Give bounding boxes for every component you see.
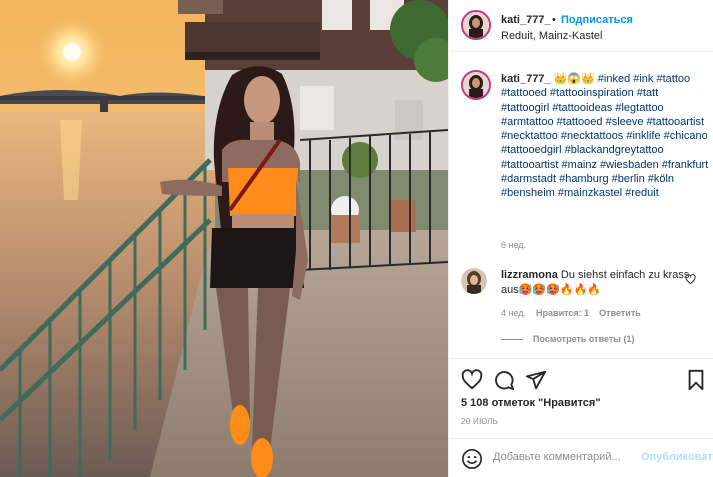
view-replies-label[interactable]: Посмотреть ответы (1)	[533, 334, 634, 344]
avatar-image	[463, 72, 489, 98]
post-details-panel: kati_777_ • Подписаться Reduit, Mainz-Ka…	[448, 0, 713, 477]
follow-button[interactable]: Подписаться	[561, 14, 633, 26]
commenter-avatar[interactable]	[461, 268, 487, 294]
post-modal: kati_777_ • Подписаться Reduit, Mainz-Ka…	[0, 0, 713, 477]
likes-count[interactable]: 5 108 отметок "Нравится"	[461, 397, 601, 409]
avatar-image	[461, 268, 487, 294]
post-location[interactable]: Reduit, Mainz-Kastel	[501, 30, 603, 42]
comment-text: lizzramona Du siehst einfach zu krass au…	[501, 268, 691, 298]
caption-avatar[interactable]	[461, 70, 491, 100]
photo-image	[0, 0, 448, 477]
heart-icon[interactable]	[461, 369, 483, 391]
add-comment-input[interactable]	[493, 451, 633, 463]
comment-likes[interactable]: Нравится: 1	[536, 308, 589, 318]
view-replies[interactable]: Посмотреть ответы (1)	[501, 334, 634, 344]
caption-emoji: 👑😱👑	[553, 73, 595, 85]
post-header: kati_777_ • Подписаться Reduit, Mainz-Ka…	[449, 0, 713, 52]
smile-icon[interactable]	[461, 448, 483, 470]
reply-button[interactable]: Ответить	[599, 308, 641, 318]
avatar-image	[463, 12, 489, 38]
bookmark-icon[interactable]	[685, 369, 707, 391]
post-photo[interactable]	[0, 0, 448, 477]
caption-username[interactable]: kati_777_	[501, 73, 551, 85]
post-date: 20 ИЮЛЬ	[461, 417, 499, 426]
caption-age: 6 нед.	[501, 240, 527, 250]
share-icon[interactable]	[525, 369, 547, 391]
add-comment-bar: Опубликовать	[449, 438, 713, 477]
separator-dot: •	[552, 14, 556, 26]
replies-divider	[501, 338, 523, 340]
comment-meta: 4 нед. Нравится: 1 Ответить	[501, 308, 641, 318]
author-username[interactable]: kati_777_	[501, 14, 551, 26]
publish-button[interactable]: Опубликовать	[641, 451, 713, 463]
commenter-username[interactable]: lizzramona	[501, 269, 558, 281]
caption-text: kati_777_ 👑😱👑 #inked #ink #tattoo #tatto…	[501, 72, 709, 201]
author-avatar[interactable]	[461, 10, 491, 40]
comment-like-icon[interactable]	[685, 274, 696, 285]
comment-age: 4 нед.	[501, 308, 527, 318]
caption-hashtags[interactable]: #inked #ink #tattoo #tattooed #tattooins…	[501, 73, 708, 199]
comment-icon[interactable]	[493, 369, 515, 391]
